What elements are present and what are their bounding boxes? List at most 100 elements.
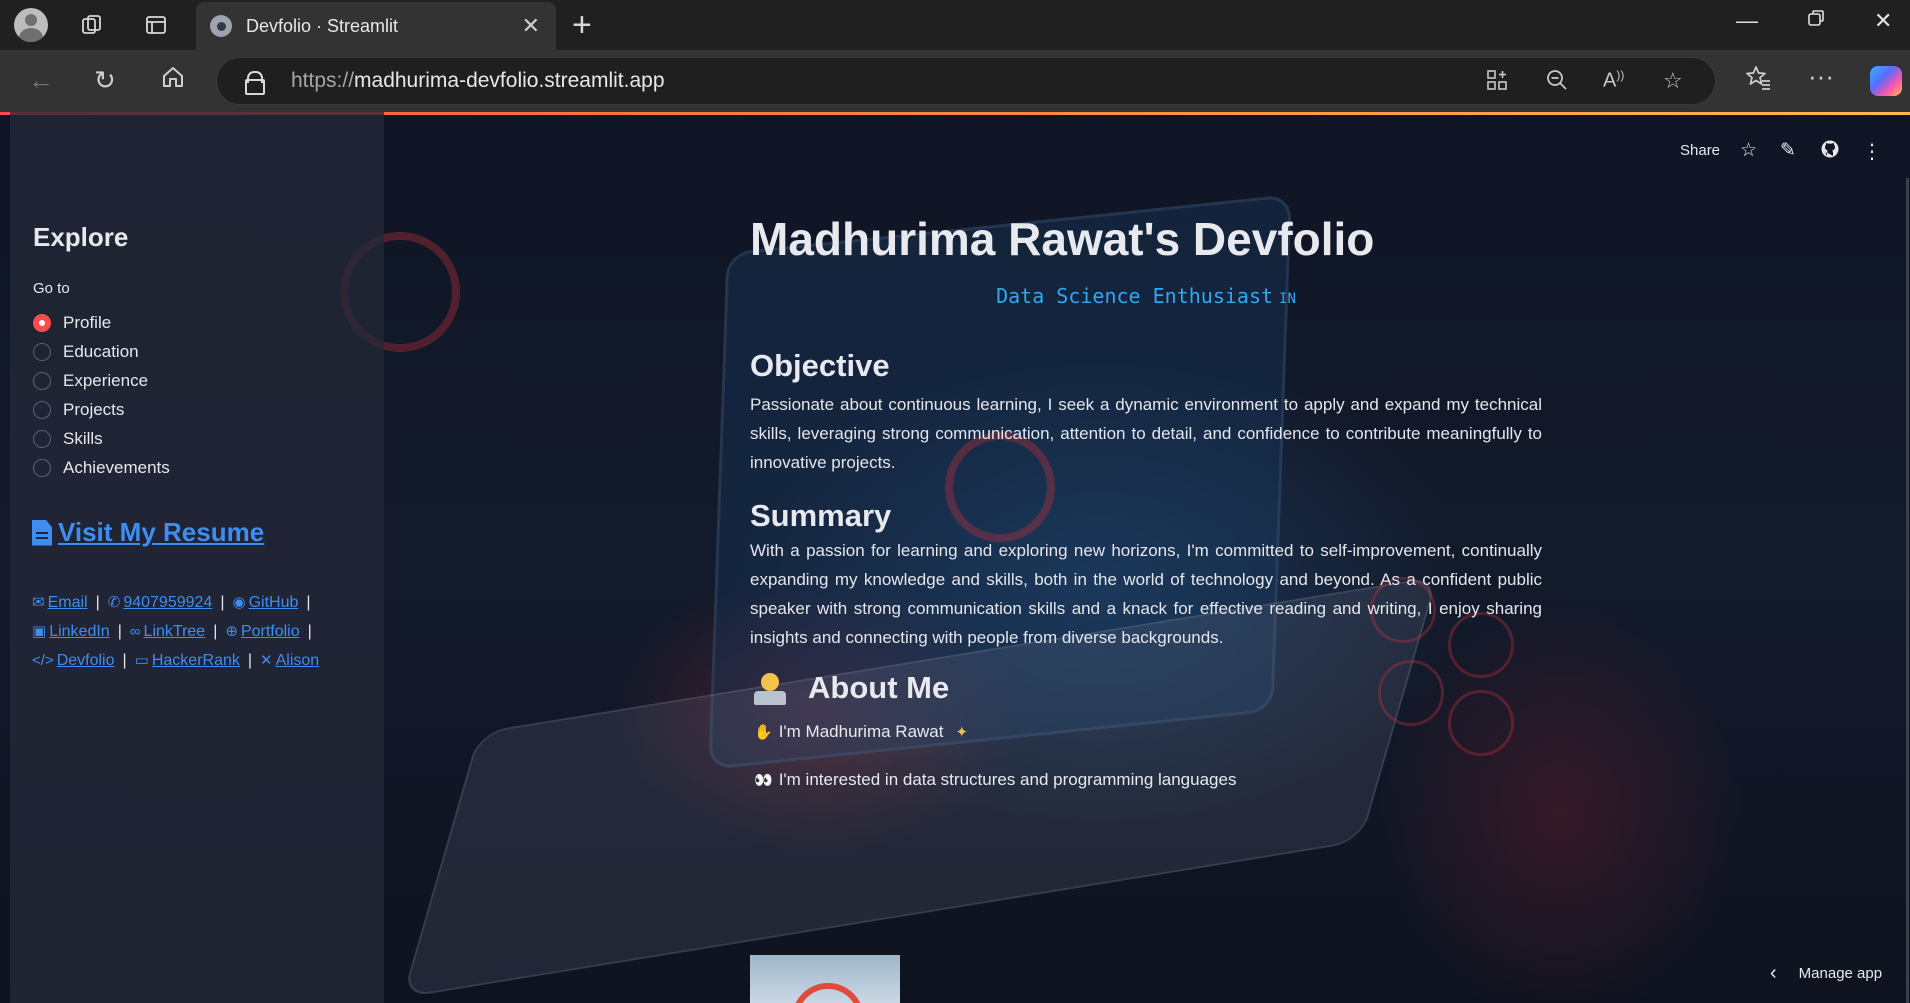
summary-text: With a passion for learning and explorin… <box>750 541 1542 647</box>
hackerrank-link[interactable]: ▭ HackerRank <box>135 652 240 669</box>
scrollbar[interactable] <box>1906 178 1909 1003</box>
close-window-icon[interactable]: ✕ <box>1874 8 1892 34</box>
radio-button-selected-icon[interactable] <box>33 313 51 332</box>
radio-label: Skills <box>63 428 103 448</box>
github-icon[interactable] <box>1820 139 1840 165</box>
radio-option-education[interactable]: Education <box>33 337 170 366</box>
navigation-radio-group: Profile Education Experience Projects Sk… <box>33 308 170 482</box>
background-ring <box>1378 660 1444 726</box>
about-line: 👀 I'm interested in data structures and … <box>754 770 1236 790</box>
radio-label: Achievements <box>63 457 170 477</box>
radio-group-label: Go to <box>33 280 70 297</box>
streamlit-app: Explore Go to Profile Education Experien… <box>0 112 1910 1003</box>
github-icon: ◉ <box>232 594 246 611</box>
close-tab-icon[interactable]: ✕ <box>522 13 540 39</box>
lock-icon[interactable] <box>245 71 265 95</box>
file-icon <box>32 519 52 546</box>
more-options-icon[interactable]: ··· <box>1808 60 1834 92</box>
radio-label: Education <box>63 341 139 361</box>
separator: | <box>307 623 312 640</box>
contact-links: ✉ Email | ✆ 9407959924 | ◉ GitHub | ▣ LinkedIn | ∞ L… <box>32 588 372 675</box>
share-button[interactable]: Share <box>1680 142 1720 159</box>
tools-icon: ✕ <box>260 652 273 669</box>
copilot-icon[interactable] <box>1870 66 1902 96</box>
sidebar-title: Explore <box>33 222 129 252</box>
active-tab[interactable]: Devfolio · Streamlit ✕ <box>196 2 556 50</box>
linktree-link[interactable]: ∞ LinkTree <box>130 623 205 640</box>
objective-text: Passionate about continuous learning, I … <box>750 395 1542 472</box>
phone-icon: ✆ <box>107 594 121 611</box>
link-icon: ∞ <box>129 623 141 640</box>
summary-heading: Summary <box>750 498 892 533</box>
technologist-icon <box>754 671 786 705</box>
refresh-icon[interactable]: ↻ <box>94 64 116 96</box>
eyes-icon: 👀 <box>754 772 773 789</box>
alison-link[interactable]: ✕ Alison <box>260 652 319 669</box>
radio-button-icon[interactable] <box>33 400 51 419</box>
waving-hand-icon: ✋ <box>754 724 773 741</box>
radio-option-skills[interactable]: Skills <box>33 424 170 453</box>
back-icon[interactable]: ← <box>28 64 54 96</box>
separator: | <box>117 623 122 640</box>
radio-button-icon[interactable] <box>33 371 51 390</box>
radio-option-experience[interactable]: Experience <box>33 366 170 395</box>
collections-icon[interactable] <box>74 8 110 42</box>
about-heading-text: About Me <box>808 670 950 705</box>
home-icon[interactable] <box>160 64 186 97</box>
radio-label: Profile <box>63 312 112 332</box>
radio-label: Projects <box>63 399 125 419</box>
profile-image <box>750 955 900 1003</box>
separator: | <box>122 652 127 669</box>
envelope-icon: ✉ <box>32 594 45 611</box>
edit-pencil-icon[interactable]: ✎ <box>1780 139 1796 162</box>
phone-link[interactable]: ✆ 9407959924 <box>108 594 213 611</box>
streamlit-favicon-icon <box>210 15 232 37</box>
browser-titlebar: Devfolio · Streamlit ✕ + — ✕ <box>0 0 1910 50</box>
radio-button-icon[interactable] <box>33 342 51 361</box>
radio-option-achievements[interactable]: Achievements <box>33 453 170 482</box>
about-line-text: I'm interested in data structures and pr… <box>778 770 1237 789</box>
separator: | <box>306 594 311 611</box>
radio-label: Experience <box>63 370 149 390</box>
background-ring <box>1448 690 1514 756</box>
manage-app-label: Manage app <box>1798 965 1883 982</box>
devfolio-link[interactable]: </> Devfolio <box>32 652 115 669</box>
resume-link-label: Visit My Resume <box>58 517 265 547</box>
laptop-icon: ▭ <box>134 652 149 669</box>
visit-resume-link[interactable]: Visit My Resume <box>32 517 264 548</box>
zoom-icon[interactable] <box>1545 68 1569 98</box>
separator: | <box>247 652 253 669</box>
read-aloud-icon[interactable]: A)) <box>1603 68 1624 93</box>
radio-button-icon[interactable] <box>33 458 51 477</box>
address-bar[interactable]: https://madhurima-devfolio.streamlit.app… <box>216 57 1716 105</box>
favorites-icon[interactable] <box>1744 64 1772 99</box>
separator: | <box>95 594 100 611</box>
main-menu-icon[interactable]: ⋮ <box>1862 139 1882 164</box>
about-heading: About Me <box>750 670 949 706</box>
objective-heading: Objective <box>750 348 890 383</box>
code-icon: </> <box>32 652 54 669</box>
sidebar: Explore Go to Profile Education Experien… <box>10 112 384 1003</box>
github-link[interactable]: ◉ GitHub <box>232 594 298 611</box>
restore-icon[interactable] <box>1806 8 1826 34</box>
favorite-star-icon[interactable]: ☆ <box>1663 68 1683 94</box>
radio-option-profile[interactable]: Profile <box>33 308 170 337</box>
tab-actions-icon[interactable] <box>138 8 174 42</box>
separator: | <box>220 594 225 611</box>
profile-avatar[interactable] <box>14 8 48 42</box>
star-icon[interactable]: ☆ <box>1740 139 1757 162</box>
linkedin-link[interactable]: ▣ LinkedIn <box>32 623 110 640</box>
app-available-icon[interactable] <box>1485 68 1509 98</box>
chevron-left-icon: ‹ <box>1770 962 1777 984</box>
radio-option-projects[interactable]: Projects <box>33 395 170 424</box>
tab-title: Devfolio · Streamlit <box>246 15 399 36</box>
radio-button-icon[interactable] <box>33 429 51 448</box>
url-text[interactable]: https://madhurima-devfolio.streamlit.app <box>291 69 665 93</box>
subtitle: Data Science Enthusiast IN <box>750 284 1542 308</box>
linkedin-icon: ▣ <box>32 623 47 640</box>
portfolio-link[interactable]: ⊕ Portfolio <box>225 623 299 640</box>
manage-app-button[interactable]: ‹ Manage app <box>1770 962 1882 985</box>
minimize-icon[interactable]: — <box>1736 8 1758 34</box>
new-tab-icon[interactable]: + <box>572 8 592 42</box>
email-link[interactable]: ✉ Email <box>32 594 88 611</box>
